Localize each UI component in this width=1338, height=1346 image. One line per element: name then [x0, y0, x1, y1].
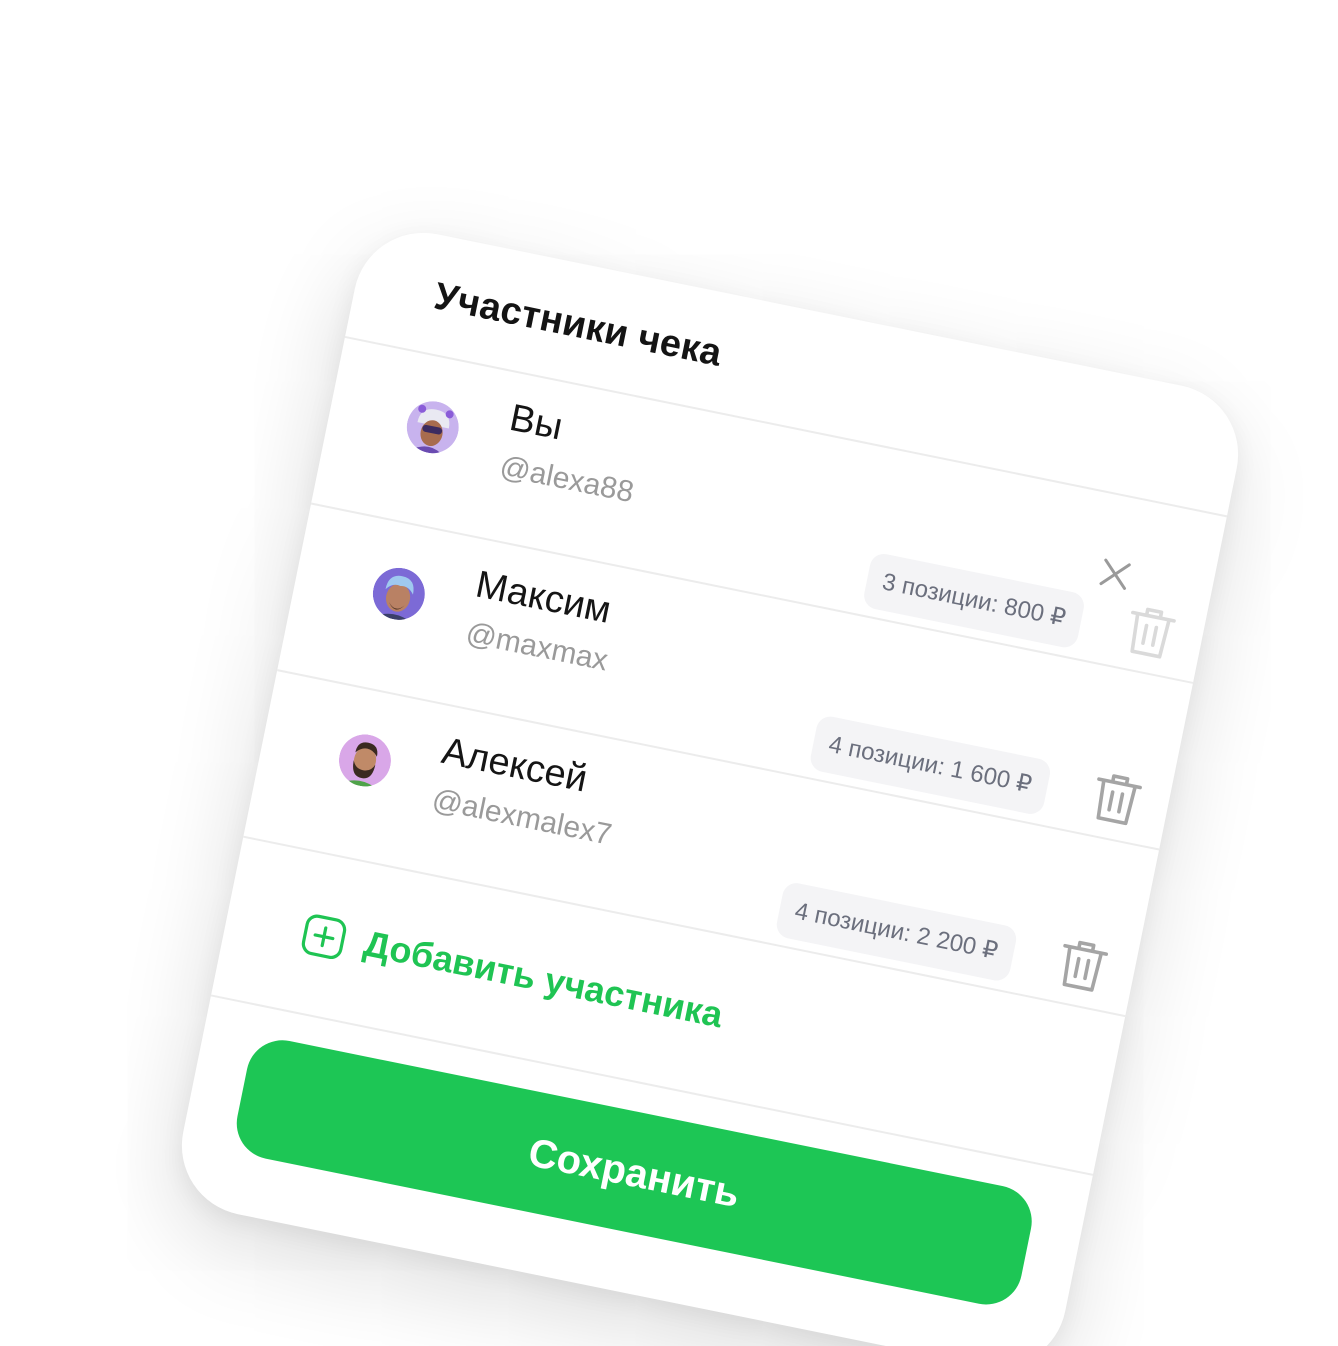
delete-participant-button[interactable] [1119, 600, 1181, 665]
participant-handle: @alexa88 [497, 449, 637, 510]
avatar [368, 563, 429, 624]
add-participant-label: Добавить участника [360, 922, 727, 1036]
participants-dialog: Участники чека Вы @alexa88 3 позиции: 80… [169, 220, 1251, 1346]
avatar [402, 397, 463, 458]
avatar [334, 730, 395, 791]
participant-name: Вы [506, 396, 567, 449]
stage: Участники чека Вы @alexa88 3 позиции: 80… [0, 0, 1338, 1346]
plus-square-icon [299, 912, 349, 962]
dialog-title: Участники чека [430, 275, 726, 375]
trash-icon [1051, 933, 1113, 998]
trash-icon [1119, 600, 1181, 665]
delete-participant-button[interactable] [1085, 766, 1147, 831]
trash-icon [1085, 766, 1147, 831]
participant-handle: @alexmalex7 [429, 783, 615, 852]
delete-participant-button[interactable] [1051, 933, 1113, 998]
